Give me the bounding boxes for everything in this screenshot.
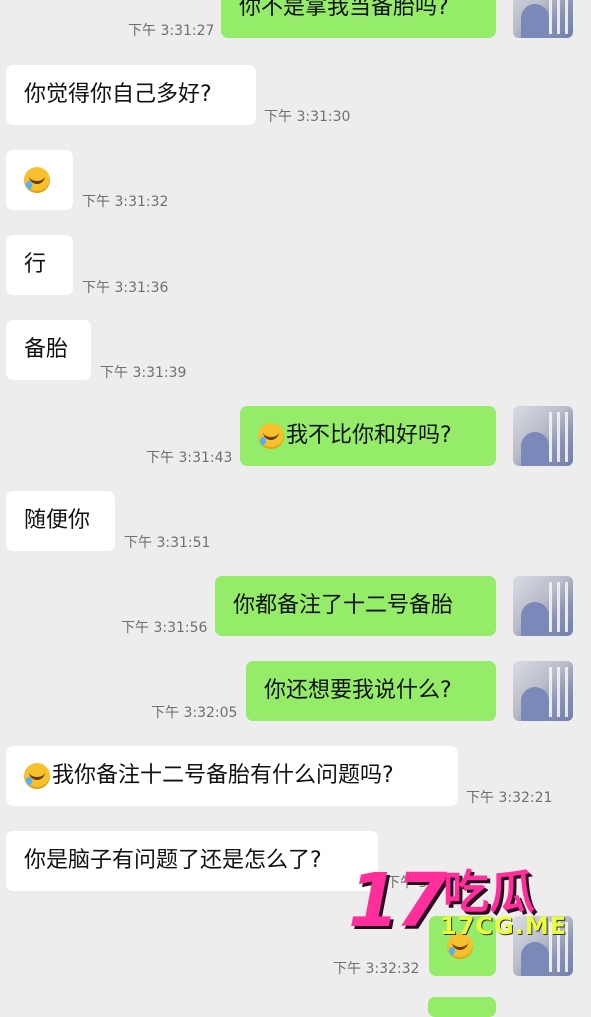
timestamp: 下午 3:32:32: [333, 961, 420, 977]
timestamp: 下午 3:31:43: [146, 450, 233, 466]
laughing-crying-emoji: [24, 167, 50, 193]
timestamp: 下午 3:31:27: [128, 23, 215, 39]
message-text: 你是脑子有问题了还是怎么了?: [24, 848, 322, 873]
message-text: 你都备注了十二号备胎: [233, 593, 454, 618]
avatar[interactable]: [513, 406, 573, 466]
laughing-crying-emoji: [24, 763, 50, 789]
message-text: 备胎: [24, 337, 69, 362]
timestamp: 下午 3:32:05: [151, 705, 238, 721]
message-bubble-incoming[interactable]: 你觉得你自己多好?: [6, 65, 256, 125]
avatar[interactable]: [513, 576, 573, 636]
message-text: 我不比你和好吗?: [286, 423, 452, 448]
timestamp: 下午 3:31:36: [82, 280, 169, 296]
timestamp: 下午 3:32:21: [466, 790, 553, 806]
watermark-text: 吃瓜: [442, 865, 535, 919]
message-text: 你觉得你自己多好?: [24, 82, 212, 107]
message-bubble-outgoing[interactable]: 你还想要我说什么?: [246, 661, 496, 721]
message-text: 你不是拿我当备胎吗?: [239, 0, 449, 20]
laughing-crying-emoji: [258, 423, 284, 449]
message-bubble-incoming[interactable]: 随便你: [6, 491, 115, 551]
avatar[interactable]: [513, 0, 573, 38]
timestamp: 下午 3:31:30: [264, 109, 351, 125]
message-bubble-incoming[interactable]: 行: [6, 235, 73, 295]
watermark-number: 17: [348, 858, 447, 944]
message-bubble-incoming[interactable]: [6, 150, 73, 210]
message-bubble-outgoing[interactable]: 我不比你和好吗?: [240, 406, 496, 466]
avatar[interactable]: [513, 661, 573, 721]
message-bubble-incoming[interactable]: 我你备注十二号备胎有什么问题吗?: [6, 746, 458, 806]
message-bubble-outgoing[interactable]: [428, 997, 496, 1017]
message-text: 行: [24, 252, 47, 277]
timestamp: 下午 3:31:51: [124, 535, 211, 551]
message-bubble-incoming[interactable]: 备胎: [6, 320, 91, 380]
timestamp: 下午 3:31:39: [100, 365, 187, 381]
message-bubble-incoming[interactable]: 你是脑子有问题了还是怎么了?: [6, 831, 378, 891]
message-text: 你还想要我说什么?: [264, 678, 452, 703]
message-text: 随便你: [24, 508, 91, 533]
message-text: 我你备注十二号备胎有什么问题吗?: [52, 763, 394, 788]
message-bubble-outgoing[interactable]: 你都备注了十二号备胎: [215, 576, 496, 636]
message-bubble-outgoing[interactable]: 你不是拿我当备胎吗?: [221, 0, 496, 38]
watermark-url: 17CG.ME: [440, 912, 568, 940]
timestamp: 下午 3:31:56: [121, 620, 208, 636]
timestamp: 下午 3:31:32: [82, 194, 169, 210]
